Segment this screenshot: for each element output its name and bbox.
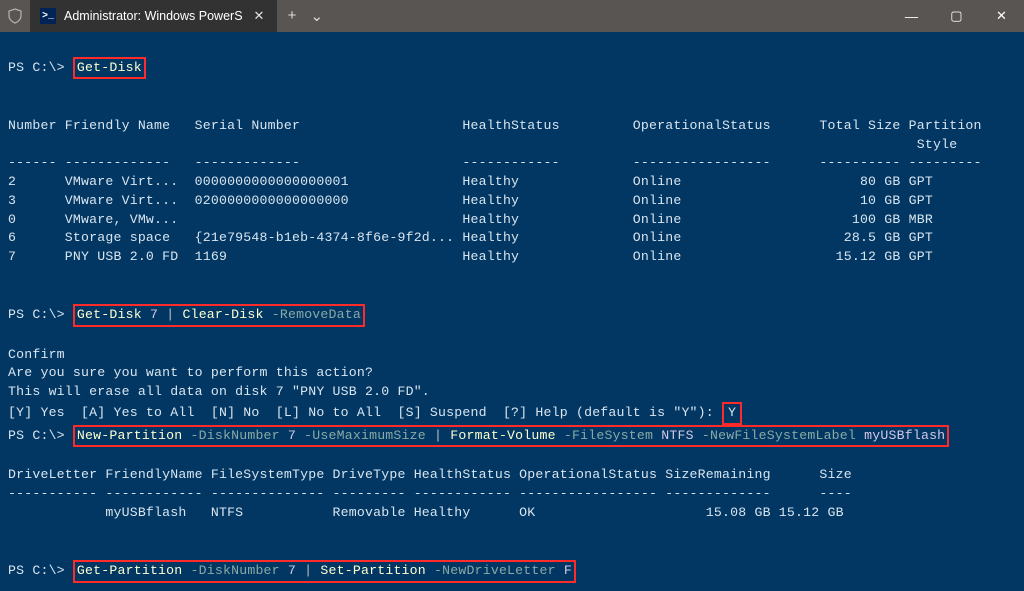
confirm-title: Confirm bbox=[8, 347, 65, 362]
disk-row: 7 PNY USB 2.0 FD 1169 Healthy Online 15.… bbox=[8, 249, 933, 264]
confirm-answer: Y bbox=[722, 402, 742, 425]
powershell-icon: >_ bbox=[40, 8, 56, 24]
prompt: PS C:\> bbox=[8, 307, 65, 322]
disk-row: 0 VMware, VMw... Healthy Online 100 GB M… bbox=[8, 212, 933, 227]
prompt: PS C:\> bbox=[8, 428, 65, 443]
confirm-prompt: Are you sure you want to perform this ac… bbox=[8, 365, 373, 380]
tab-actions: + ⌄ bbox=[277, 7, 333, 26]
confirm-options: [Y] Yes [A] Yes to All [N] No [L] No to … bbox=[8, 405, 714, 420]
tab-dropdown-icon[interactable]: ⌄ bbox=[310, 7, 323, 26]
minimize-button[interactable]: — bbox=[889, 0, 934, 32]
vol-table-header: DriveLetter FriendlyName FileSystemType … bbox=[8, 467, 852, 482]
terminal-output[interactable]: PS C:\> Get-Disk Number Friendly Name Se… bbox=[0, 32, 1024, 591]
disk-table-sep: ------ ------------- ------------- -----… bbox=[8, 155, 982, 170]
prompt: PS C:\> bbox=[8, 60, 65, 75]
disk-table-header: Number Friendly Name Serial Number Healt… bbox=[8, 118, 982, 152]
close-button[interactable]: ✕ bbox=[979, 0, 1024, 32]
vol-row: myUSBflash NTFS Removable Healthy OK 15.… bbox=[8, 505, 844, 520]
new-tab-button[interactable]: + bbox=[287, 8, 296, 25]
tab-title: Administrator: Windows PowerS bbox=[64, 9, 243, 23]
disk-row: 6 Storage space {21e79548-b1eb-4374-8f6e… bbox=[8, 230, 933, 245]
confirm-detail: This will erase all data on disk 7 "PNY … bbox=[8, 384, 430, 399]
prompt: PS C:\> bbox=[8, 563, 65, 578]
disk-row: 3 VMware Virt... 0200000000000000000 Hea… bbox=[8, 193, 933, 208]
cmd-setpartition: Get-Partition -DiskNumber 7 | Set-Partit… bbox=[73, 560, 576, 583]
titlebar: >_ Administrator: Windows PowerS ✕ + ⌄ —… bbox=[0, 0, 1024, 32]
tab-close-icon[interactable]: ✕ bbox=[251, 9, 268, 24]
maximize-button[interactable]: ▢ bbox=[934, 0, 979, 32]
uac-shield-icon bbox=[0, 8, 30, 24]
tab-powershell[interactable]: >_ Administrator: Windows PowerS ✕ bbox=[30, 0, 277, 32]
cmd-getdisk: Get-Disk bbox=[73, 57, 146, 80]
cmd-newpartition: New-Partition -DiskNumber 7 -UseMaximumS… bbox=[73, 425, 949, 448]
vol-table-sep: ----------- ------------ -------------- … bbox=[8, 486, 852, 501]
cmd-cleardisk: Get-Disk 7 | Clear-Disk -RemoveData bbox=[73, 304, 365, 327]
disk-row: 2 VMware Virt... 0000000000000000001 Hea… bbox=[8, 174, 933, 189]
window-controls: — ▢ ✕ bbox=[889, 0, 1024, 32]
